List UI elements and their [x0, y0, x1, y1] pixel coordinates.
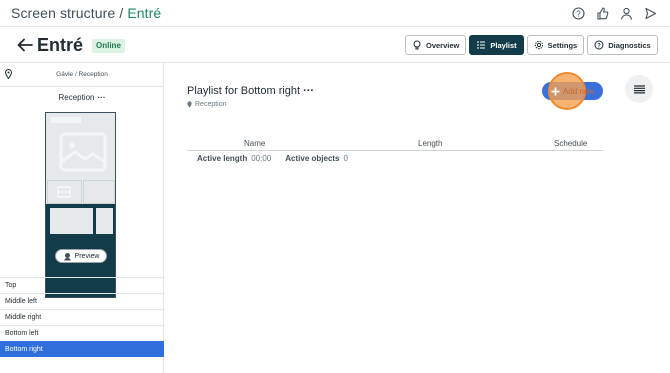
- top-bar: Screen structure / Entré ?: [0, 0, 670, 27]
- zone-preview-bottom-left[interactable]: [50, 208, 93, 234]
- tab-diagnostics[interactable]: ? Diagnostics: [587, 35, 658, 55]
- tab-settings-label: Settings: [547, 40, 578, 50]
- playlist-location: Reception: [187, 101, 227, 108]
- active-objects-label: Active objects: [285, 154, 340, 163]
- plus-icon: [551, 87, 560, 95]
- tab-settings[interactable]: Settings: [526, 35, 585, 55]
- svg-text:?: ?: [597, 43, 601, 49]
- zone-preview-bottom-right[interactable]: [96, 208, 113, 234]
- send-icon[interactable]: [642, 5, 658, 21]
- preview-button[interactable]: Preview: [55, 249, 107, 263]
- tab-playlist-label: Playlist: [490, 40, 517, 50]
- screen-name: Reception: [58, 93, 95, 102]
- active-objects-value: 0: [343, 154, 348, 163]
- question-icon: ?: [594, 40, 604, 50]
- tab-diagnostics-label: Diagnostics: [608, 40, 651, 50]
- tab-overview[interactable]: Overview: [405, 35, 467, 55]
- location-pin-icon: [187, 101, 192, 108]
- zone-item-middle-right[interactable]: Middle right: [0, 309, 164, 325]
- playlist-location-text: Reception: [195, 101, 227, 108]
- zone-preview-top[interactable]: [47, 114, 114, 179]
- hamburger-icon: [633, 84, 645, 93]
- zone-item-bottom-left[interactable]: Bottom left: [0, 325, 164, 341]
- tab-playlist[interactable]: Playlist: [469, 35, 524, 55]
- back-arrow-icon[interactable]: [16, 36, 34, 54]
- zone-item-middle-left[interactable]: Middle left: [0, 293, 164, 309]
- menu-button[interactable]: [625, 75, 653, 103]
- column-header-name[interactable]: Name: [244, 139, 265, 148]
- tab-overview-label: Overview: [426, 40, 460, 50]
- playlist-title-text: Playlist for Bottom right: [187, 85, 301, 97]
- preview-icon: [63, 252, 71, 260]
- screen-header: Reception ···: [0, 93, 164, 102]
- zone-item-top[interactable]: Top: [0, 277, 164, 293]
- preview-label: Preview: [74, 252, 100, 260]
- playlist-options-button[interactable]: ···: [303, 85, 314, 97]
- column-header-schedule[interactable]: Schedule: [554, 139, 587, 148]
- title-bar: Entré Online Overview Playlist Settings …: [0, 27, 670, 63]
- playlist-summary: Active length 00:00 Active objects 0: [197, 154, 348, 163]
- top-icons: ?: [570, 5, 658, 21]
- column-header-length[interactable]: Length: [418, 139, 442, 148]
- svg-text:?: ?: [576, 9, 581, 18]
- location-bar: Gävle / Reception: [0, 63, 163, 87]
- user-icon[interactable]: [618, 5, 634, 21]
- status-badge: Online: [92, 39, 125, 53]
- add-new-label: Add new: [562, 86, 595, 96]
- screen-layout-preview: [45, 112, 116, 298]
- screen-options-button[interactable]: ···: [98, 93, 106, 102]
- page-title: Entré: [37, 35, 84, 55]
- breadcrumb-current: Entré: [127, 5, 162, 21]
- breadcrumb-separator: /: [119, 5, 124, 21]
- playlist-table-header: Name Length Schedule: [187, 139, 603, 151]
- gear-icon: [534, 40, 543, 50]
- playlist-title: Playlist for Bottom right ···: [187, 85, 314, 97]
- location-text: Gävle / Reception: [56, 71, 108, 78]
- zone-preview-middle-right[interactable]: [83, 180, 115, 204]
- active-length-value: 00:00: [251, 154, 272, 163]
- bulb-icon: [413, 40, 421, 50]
- view-tabs: Overview Playlist Settings ? Diagnostics: [405, 35, 658, 55]
- zone-list: Top Middle left Middle right Bottom left…: [0, 277, 164, 357]
- zone-item-bottom-right[interactable]: Bottom right: [0, 341, 164, 357]
- sidebar: Gävle / Reception Reception ··· Preview T…: [0, 63, 164, 373]
- help-icon[interactable]: ?: [570, 5, 586, 21]
- main-content: Playlist for Bottom right ··· Reception A…: [165, 63, 670, 373]
- zone-preview-middle-left[interactable]: [47, 180, 82, 204]
- thumbs-up-icon[interactable]: [594, 5, 610, 21]
- active-length-label: Active length: [197, 154, 248, 163]
- list-icon: [477, 41, 486, 49]
- breadcrumb-parent[interactable]: Screen structure: [11, 5, 115, 21]
- add-new-label-wrap[interactable]: Add new: [542, 82, 603, 100]
- breadcrumb: Screen structure / Entré: [11, 5, 161, 21]
